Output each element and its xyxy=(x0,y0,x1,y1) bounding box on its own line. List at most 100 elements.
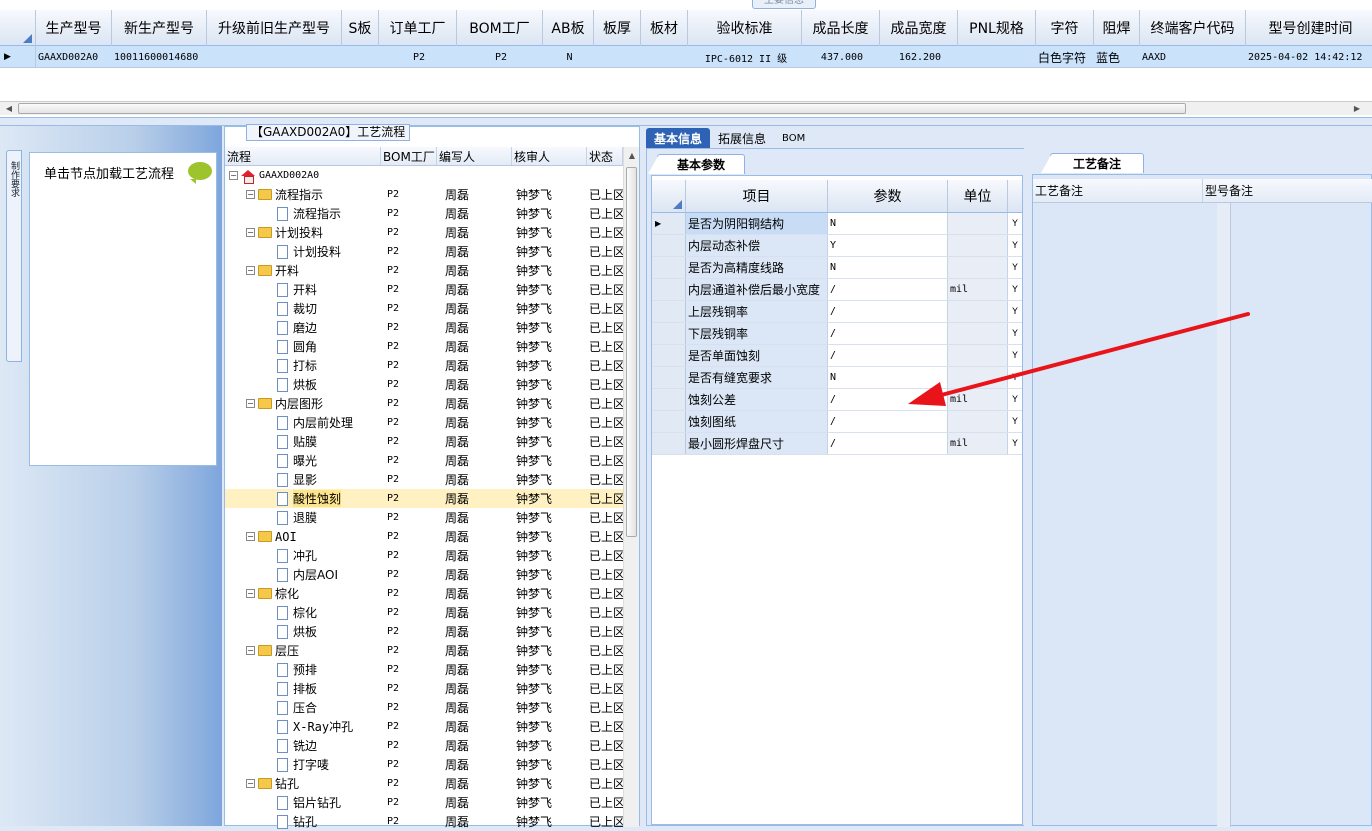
tree-col-header[interactable]: 状态 xyxy=(587,147,623,165)
collapse-toggle-icon[interactable]: − xyxy=(246,266,255,275)
tree-row[interactable]: − GAAXD002A0 xyxy=(225,166,623,185)
tree-vertical-scrollbar[interactable]: ▲ xyxy=(623,147,639,827)
horizontal-splitter[interactable] xyxy=(0,118,1372,126)
row-header[interactable] xyxy=(652,433,686,454)
grid-corner-icon[interactable] xyxy=(0,10,36,46)
col-header[interactable]: S板 xyxy=(342,10,379,46)
tree-row[interactable]: − 内层图形 P2 周磊 钟梦飞 已上区 xyxy=(225,394,623,413)
model-remark-column[interactable]: 型号备注 xyxy=(1203,179,1372,202)
param-value[interactable]: / xyxy=(828,279,948,300)
col-header[interactable]: 新生产型号 xyxy=(112,10,207,46)
tree-col-header[interactable]: 编写人 xyxy=(437,147,512,165)
tree-row[interactable]: 流程指示 P2 周磊 钟梦飞 已上区 xyxy=(225,204,623,223)
grid-cell[interactable]: AAXD xyxy=(1140,46,1246,68)
tree-row[interactable]: − 流程指示 P2 周磊 钟梦飞 已上区 xyxy=(225,185,623,204)
grid-cell[interactable]: 白色字符 xyxy=(1036,46,1094,68)
col-header[interactable]: 字符 xyxy=(1036,10,1094,46)
col-header[interactable]: 订单工厂 xyxy=(379,10,457,46)
process-remarks-tab[interactable]: 工艺备注 xyxy=(1041,153,1144,173)
grid-cell[interactable]: N xyxy=(543,46,594,68)
grid-cell[interactable]: GAAXD002A0 xyxy=(36,46,112,68)
tree-row[interactable]: − AOI P2 周磊 钟梦飞 已上区 xyxy=(225,527,623,546)
vertical-tab-requirements[interactable]: 制作要求 xyxy=(6,150,22,362)
collapse-toggle-icon[interactable]: − xyxy=(246,532,255,541)
basic-params-tab[interactable]: 基本参数 xyxy=(648,154,745,174)
tree-row[interactable]: − 钻孔 P2 周磊 钟梦飞 已上区 xyxy=(225,774,623,793)
grid-cell[interactable] xyxy=(342,46,379,68)
scroll-left-icon[interactable]: ◀ xyxy=(2,102,16,115)
tree-row[interactable]: 退膜 P2 周磊 钟梦飞 已上区 xyxy=(225,508,623,527)
tree-col-header[interactable]: 流程 xyxy=(225,147,381,165)
grid-cell[interactable]: 2025-04-02 14:42:12 xyxy=(1246,46,1372,68)
grid-cell[interactable] xyxy=(207,46,342,68)
row-header[interactable]: ▶ xyxy=(652,213,686,234)
horizontal-scrollbar[interactable]: ◀ ▶ xyxy=(0,101,1372,115)
collapse-toggle-icon[interactable]: − xyxy=(246,646,255,655)
tree-row[interactable]: 圆角 P2 周磊 钟梦飞 已上区 xyxy=(225,337,623,356)
param-row[interactable]: 下层残铜率 / Y xyxy=(652,323,1022,345)
grid-cell[interactable]: 162.200 xyxy=(880,46,958,68)
tree-row[interactable]: 开料 P2 周磊 钟梦飞 已上区 xyxy=(225,280,623,299)
collapse-toggle-icon[interactable]: − xyxy=(246,190,255,199)
tree-row[interactable]: 计划投料 P2 周磊 钟梦飞 已上区 xyxy=(225,242,623,261)
col-header[interactable]: 升级前旧生产型号 xyxy=(207,10,342,46)
info-tab-1[interactable]: 拓展信息 xyxy=(710,128,774,148)
tree-row[interactable]: 酸性蚀刻 P2 周磊 钟梦飞 已上区 xyxy=(225,489,623,508)
col-header[interactable]: BOM工厂 xyxy=(457,10,543,46)
row-header[interactable] xyxy=(652,279,686,300)
param-value[interactable]: / xyxy=(828,323,948,344)
grid-cell[interactable]: P2 xyxy=(379,46,457,68)
tree-row[interactable]: 显影 P2 周磊 钟梦飞 已上区 xyxy=(225,470,623,489)
col-header[interactable]: 终端客户代码 xyxy=(1140,10,1246,46)
col-header[interactable]: 阻焊 xyxy=(1094,10,1140,46)
scroll-up-icon[interactable]: ▲ xyxy=(625,149,639,162)
tree-row[interactable]: 铝片钻孔 P2 周磊 钟梦飞 已上区 xyxy=(225,793,623,812)
grid-cell[interactable]: 437.000 xyxy=(802,46,880,68)
row-header[interactable] xyxy=(652,389,686,410)
param-col-header[interactable]: 项目 xyxy=(686,180,828,212)
param-value[interactable]: Y xyxy=(828,235,948,256)
col-header[interactable]: AB板 xyxy=(543,10,594,46)
col-header[interactable]: 成品长度 xyxy=(802,10,880,46)
param-row[interactable]: 内层通道补偿后最小宽度 / mil Y xyxy=(652,279,1022,301)
grid-cell[interactable]: 蓝色 xyxy=(1094,46,1140,68)
grid-cell[interactable]: IPC-6012 II 级 xyxy=(688,46,802,68)
remarks-column-scrollbar[interactable] xyxy=(1217,203,1230,827)
row-header[interactable] xyxy=(652,411,686,432)
tree-row[interactable]: 烘板 P2 周磊 钟梦飞 已上区 xyxy=(225,622,623,641)
col-header[interactable]: 验收标准 xyxy=(688,10,802,46)
param-value[interactable]: / xyxy=(828,433,948,454)
param-value[interactable]: N xyxy=(828,257,948,278)
tree-row[interactable]: 打标 P2 周磊 钟梦飞 已上区 xyxy=(225,356,623,375)
tree-row[interactable]: 排板 P2 周磊 钟梦飞 已上区 xyxy=(225,679,623,698)
tree-row[interactable]: 压合 P2 周磊 钟梦飞 已上区 xyxy=(225,698,623,717)
param-row[interactable]: 蚀刻公差 / mil Y xyxy=(652,389,1022,411)
tree-row[interactable]: 打字唛 P2 周磊 钟梦飞 已上区 xyxy=(225,755,623,774)
param-row[interactable]: 是否单面蚀刻 / Y xyxy=(652,345,1022,367)
tree-row[interactable]: 钻孔 P2 周磊 钟梦飞 已上区 xyxy=(225,812,623,831)
param-row[interactable]: 是否为高精度线路 N Y xyxy=(652,257,1022,279)
process-remark-column[interactable]: 工艺备注 xyxy=(1033,179,1203,202)
collapse-toggle-icon[interactable]: − xyxy=(229,171,238,180)
row-header[interactable] xyxy=(652,301,686,322)
row-header[interactable] xyxy=(652,323,686,344)
tree-row[interactable]: 裁切 P2 周磊 钟梦飞 已上区 xyxy=(225,299,623,318)
col-header[interactable]: 板厚 xyxy=(594,10,641,46)
tree-row[interactable]: 磨边 P2 周磊 钟梦飞 已上区 xyxy=(225,318,623,337)
grid-cell[interactable]: P2 xyxy=(457,46,543,68)
tree-row[interactable]: − 层压 P2 周磊 钟梦飞 已上区 xyxy=(225,641,623,660)
param-row[interactable]: 内层动态补偿 Y Y xyxy=(652,235,1022,257)
col-header[interactable]: PNL规格 xyxy=(958,10,1036,46)
param-row[interactable]: 最小圆形焊盘尺寸 / mil Y xyxy=(652,433,1022,455)
col-header[interactable]: 型号创建时间 xyxy=(1246,10,1372,46)
param-value[interactable]: / xyxy=(828,389,948,410)
param-row[interactable]: ▶ 是否为阴阳铜结构 N Y xyxy=(652,213,1022,235)
collapse-toggle-icon[interactable]: − xyxy=(246,779,255,788)
tree-row[interactable]: 内层AOI P2 周磊 钟梦飞 已上区 xyxy=(225,565,623,584)
tree-row[interactable]: 内层前处理 P2 周磊 钟梦飞 已上区 xyxy=(225,413,623,432)
row-header[interactable] xyxy=(652,345,686,366)
scroll-right-icon[interactable]: ▶ xyxy=(1350,102,1364,115)
param-value[interactable]: N xyxy=(828,367,948,388)
grid-cell[interactable] xyxy=(594,46,641,68)
collapse-toggle-icon[interactable]: − xyxy=(246,589,255,598)
